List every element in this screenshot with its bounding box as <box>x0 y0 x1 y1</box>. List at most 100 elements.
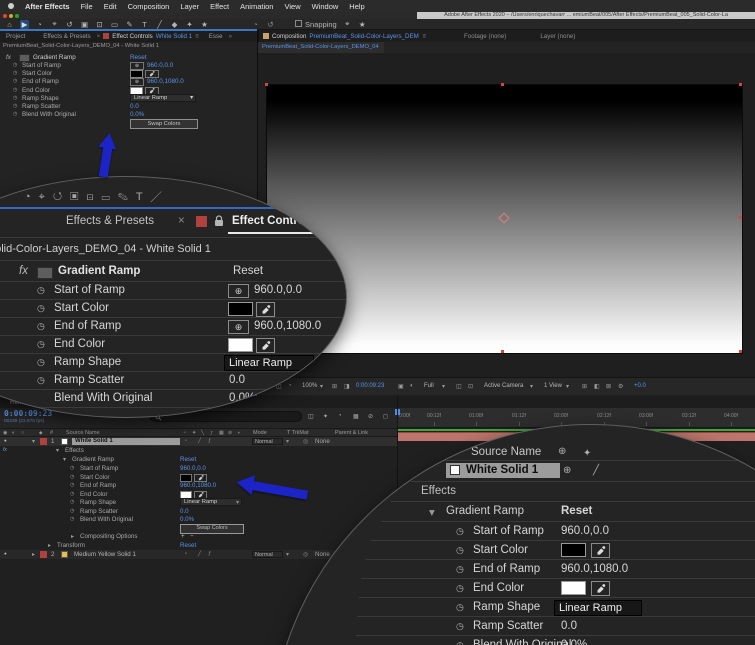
selection-handle[interactable] <box>739 350 742 353</box>
comp-mini-flowchart-icon[interactable]: ◫ <box>308 413 314 420</box>
property-row-ramp-shape[interactable]: ◷ Ramp Shape Linear Ramp ▾ <box>0 94 257 102</box>
eye-icon[interactable]: ● <box>4 438 7 443</box>
stopwatch-icon[interactable]: ◷ <box>13 62 17 68</box>
stopwatch-icon[interactable]: ◷ <box>37 321 45 332</box>
position-button[interactable]: ⊕ <box>228 284 249 298</box>
pan-behind-tool-icon[interactable]: ⊡ <box>95 20 104 29</box>
property-value[interactable]: 960.0,1080.0 <box>147 78 184 85</box>
property-value[interactable]: 960.0,1080.0 <box>254 320 321 332</box>
tl-prop-ramp-shape[interactable]: ◷ Ramp Shape Linear Ramp ▾ <box>0 498 397 507</box>
snapshot-icon[interactable]: ▣ <box>398 383 404 390</box>
tab-footage[interactable]: Footage (none) <box>464 33 506 40</box>
ramp-shape-dropdown[interactable]: Linear Ramp <box>554 600 642 616</box>
number-column-header[interactable]: # <box>50 430 53 436</box>
menu-view[interactable]: View <box>284 2 300 11</box>
parent-dropdown[interactable]: None <box>315 438 330 445</box>
position-button[interactable]: ⊕ <box>130 77 144 86</box>
reset-link[interactable]: Reset <box>180 456 196 463</box>
stopwatch-icon[interactable]: ◷ <box>456 545 464 556</box>
panel-menu-icon[interactable]: ≡ <box>422 33 426 40</box>
minimize-window-button[interactable] <box>9 13 13 18</box>
stopwatch-icon[interactable]: ◷ <box>37 285 45 296</box>
parent-link-column-header[interactable]: Parent & Link <box>335 430 368 436</box>
snapping-checkbox[interactable] <box>295 19 302 27</box>
tab-effect-controls-target[interactable]: White Solid 1 <box>156 33 192 40</box>
start-color-swatch[interactable] <box>228 302 253 316</box>
property-value[interactable]: 0.0% <box>180 516 194 523</box>
end-color-swatch[interactable] <box>561 581 586 595</box>
stopwatch-icon[interactable]: ◷ <box>13 103 17 109</box>
tab-project[interactable]: Project <box>6 33 25 40</box>
quality-icon[interactable]: ╱ <box>198 551 201 557</box>
property-row-end-color[interactable]: ◷ End Color <box>0 86 257 95</box>
collapse-icon[interactable]: ◔ <box>184 551 187 557</box>
stopwatch-icon[interactable]: ◷ <box>37 303 45 314</box>
remove-icon[interactable]: − <box>190 533 194 540</box>
selection-handle[interactable] <box>739 83 742 86</box>
label-color-chip[interactable] <box>40 438 47 445</box>
property-value[interactable]: 0.0% <box>229 392 255 404</box>
expander-icon[interactable]: ▾ <box>429 505 435 519</box>
quality-icon[interactable]: ╱ <box>593 465 599 476</box>
eye-icon[interactable]: ● <box>4 551 7 556</box>
chevron-down-icon[interactable]: ▾ <box>286 438 289 445</box>
selection-handle[interactable] <box>739 216 742 219</box>
zoom-window-button[interactable] <box>15 13 19 18</box>
pen-tool-icon[interactable]: ✎ <box>125 20 134 29</box>
fast-previews-icon[interactable]: ◧ <box>594 383 600 390</box>
exposure-value[interactable]: +0.0 <box>634 383 646 389</box>
layer-row-1[interactable]: ● ▾ 1 White Solid 1 ◔ ╱ ƒ Normal ▾ ◎ Non… <box>0 437 397 446</box>
puppet-tool-icon[interactable]: ★ <box>200 20 209 29</box>
stopwatch-icon[interactable]: ◷ <box>13 78 17 84</box>
position-button[interactable]: ⊕ <box>228 320 249 334</box>
apple-icon[interactable] <box>8 3 14 9</box>
chevron-down-icon[interactable]: ▾ <box>566 383 569 390</box>
camera-select[interactable]: Active Camera <box>484 383 523 389</box>
stopwatch-icon[interactable]: ◷ <box>70 474 74 480</box>
pickwhip-icon[interactable]: ◎ <box>303 438 308 445</box>
label-column-icon[interactable]: ◆ <box>39 430 42 436</box>
swap-colors-button[interactable]: Swap Colors <box>130 119 198 129</box>
stopwatch-icon[interactable]: ◷ <box>70 465 74 471</box>
selection-handle[interactable] <box>501 350 504 353</box>
source-name-column-header[interactable]: Source Name <box>471 446 541 458</box>
reset-link[interactable]: Reset <box>130 54 146 61</box>
selection-tool-icon[interactable]: ▶ <box>20 19 29 29</box>
reset-link[interactable]: Reset <box>180 542 196 549</box>
menu-layer[interactable]: Layer <box>180 2 199 11</box>
stopwatch-icon[interactable]: ◷ <box>70 516 74 522</box>
parent-dropdown[interactable]: None <box>315 551 330 558</box>
expander-icon[interactable]: ▾ <box>32 438 35 445</box>
expander-icon[interactable]: ▸ <box>48 542 51 549</box>
timeline-button-icon[interactable]: ⊠ <box>606 383 611 390</box>
effects-switch-icon[interactable]: ƒ <box>208 551 211 557</box>
stopwatch-icon[interactable]: ◷ <box>70 499 74 505</box>
source-name-column-header[interactable]: Source Name <box>66 430 100 436</box>
add-icon[interactable]: + <box>181 533 185 540</box>
breadcrumb[interactable]: PremiumBeat_Solid-Color-Layers_DEMO_04 <box>258 42 384 53</box>
tab-effects-presets[interactable]: Effects & Presets <box>43 33 90 40</box>
property-value[interactable]: 0.0 <box>561 620 577 632</box>
tab-effect-controls[interactable]: Effect Controls <box>232 215 314 227</box>
end-color-swatch[interactable] <box>228 338 253 352</box>
stopwatch-icon[interactable]: ◷ <box>37 375 45 386</box>
property-value[interactable]: 960.0,1080.0 <box>561 563 628 575</box>
collapse-icon[interactable]: ◔ <box>184 438 187 444</box>
switches-column-icon[interactable]: ⊕ <box>558 446 566 457</box>
rotate-tool-icon[interactable]: ↺ <box>65 20 74 29</box>
zoom-tool-icon[interactable]: ⌖ <box>50 19 59 29</box>
home-tool-icon[interactable]: ⌂ <box>5 20 14 29</box>
selection-handle[interactable] <box>265 83 268 86</box>
tab-layer[interactable]: Layer (none) <box>540 33 575 40</box>
property-value[interactable]: 960.0,1080.0 <box>180 482 216 489</box>
tab-composition-name[interactable]: PremiumBeat_Solid-Color-Layers_DEMO_04 <box>309 33 419 40</box>
property-value[interactable]: 960.0,0.0 <box>254 284 302 296</box>
menu-after-effects[interactable]: After Effects <box>25 2 70 11</box>
swap-colors-button[interactable] <box>229 410 307 417</box>
expander-icon[interactable]: ▾ <box>56 447 59 454</box>
close-tab-icon[interactable]: × <box>97 33 101 40</box>
stamp-tool-icon[interactable]: ◆ <box>170 20 179 29</box>
menu-animation[interactable]: Animation <box>240 2 273 11</box>
ramp-shape-dropdown[interactable]: Linear Ramp <box>180 498 242 506</box>
expand-icon[interactable]: ⌖ <box>343 19 352 29</box>
